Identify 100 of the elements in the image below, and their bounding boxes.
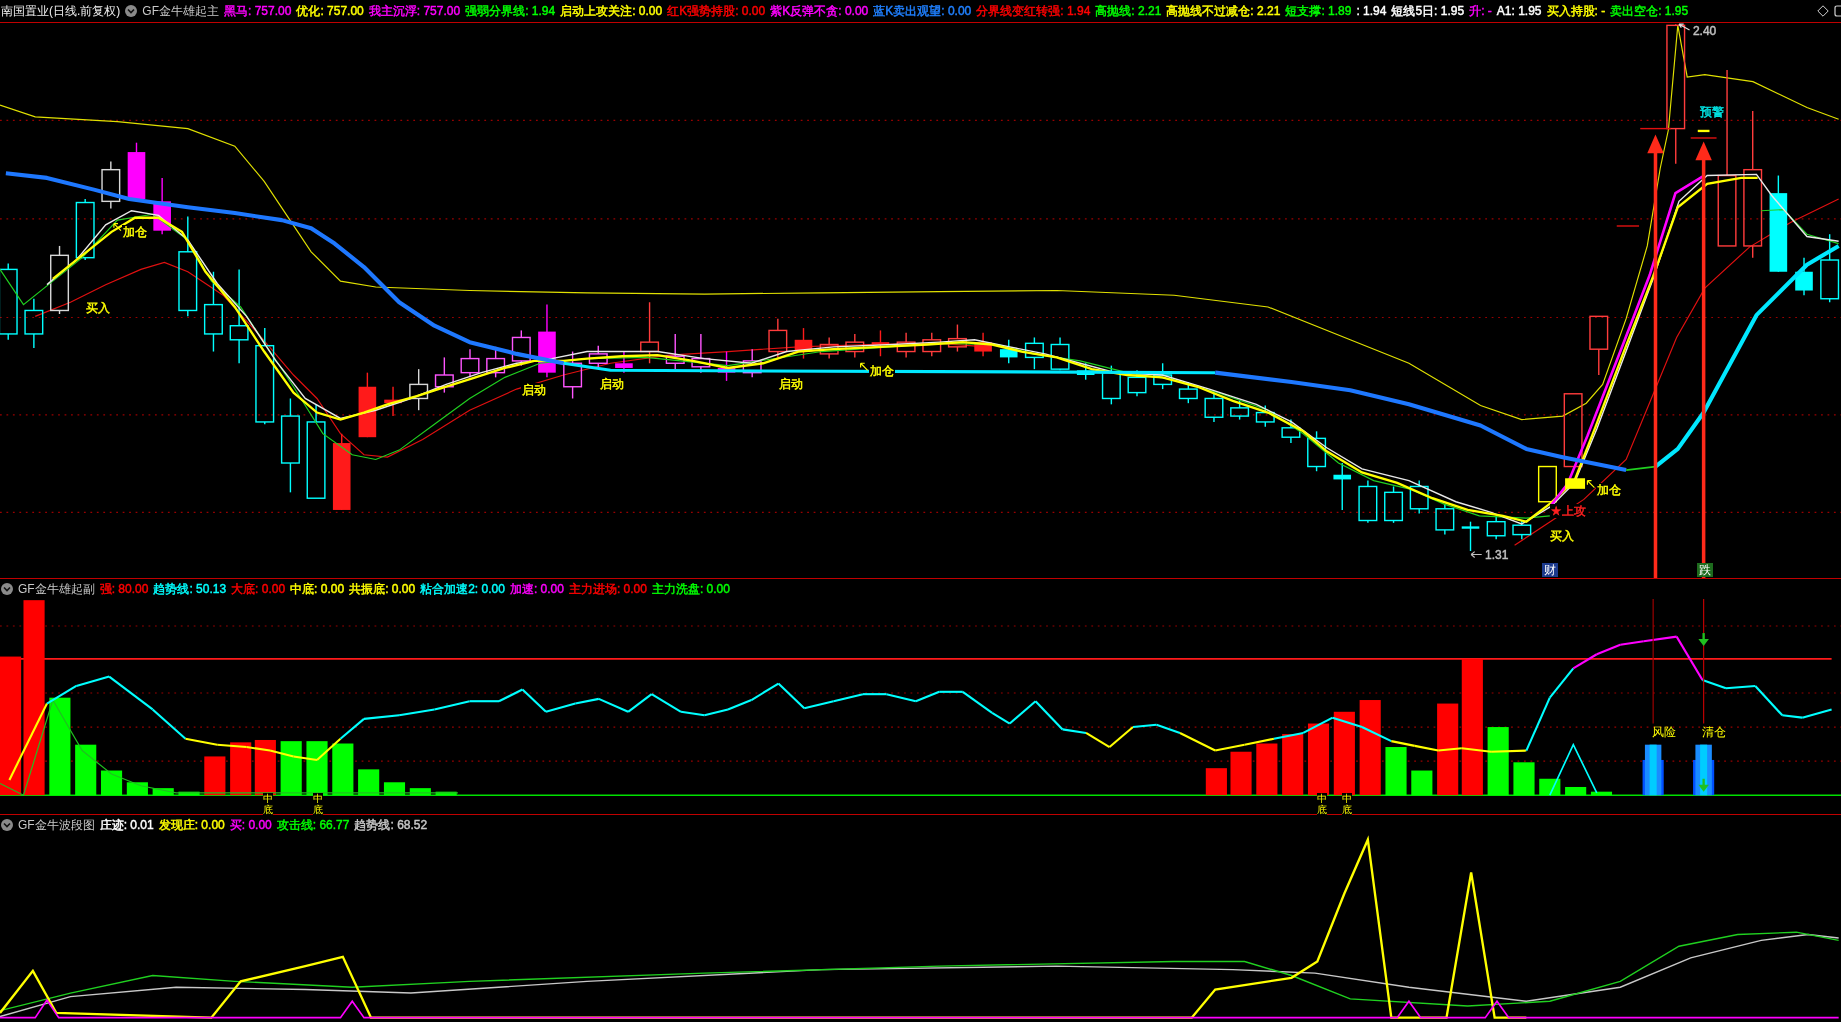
pointer-arrow-icon [1586,480,1596,489]
histogram-bar [280,741,302,796]
candlestick [101,160,121,210]
signal-bar [1693,744,1715,796]
candlestick [127,141,146,200]
signal-label: ★上攻 [1549,504,1587,519]
indicator-name: GF金牛雄起主 [142,2,219,20]
candlestick [1435,503,1455,536]
indicator-readout: 加速: 0.00 [509,580,564,598]
indicator-readout: 紫K反弹不贪: 0.00 [770,2,869,20]
histogram-bar [1230,751,1252,796]
histogram-bar [1513,762,1535,796]
candlestick [75,198,95,261]
event-badge: 财 [1541,562,1558,577]
down-arrow-icon [1698,633,1709,646]
candlestick [460,348,480,379]
candlestick [1820,233,1840,303]
indicator-name: GF金牛雄起副 [18,580,95,598]
histogram-bar [100,770,123,796]
histogram-bar [178,791,200,796]
indicator-readout: 强弱分界线: 1.94 [465,2,556,20]
candlestick [511,329,531,367]
histogram-bar [358,769,380,796]
indicator-readout: 主力洗盘: 0.00 [651,580,730,598]
candlestick [819,336,839,360]
candlestick [1795,256,1813,296]
candlestick [974,332,992,357]
diamond-icon[interactable] [1817,5,1829,17]
candlestick [1127,369,1147,397]
indicator-readout: 短线5日: 1.95 [1391,2,1465,20]
indicator-readout: 红K强势持股: 0.00 [667,2,766,20]
histogram-bar [1205,768,1227,796]
signal-label: 启动 [521,383,548,398]
candlestick [434,356,454,394]
candlestick [1384,485,1404,524]
candlestick [768,318,788,359]
chevron-down-icon[interactable] [1,819,13,831]
histogram-bar [1256,743,1278,796]
histogram-bar [1487,727,1509,796]
histogram-bar [1565,787,1587,796]
signal-label: 中底 [313,792,324,815]
indicator-readout: 启动上攻关注: 0.00 [560,2,663,20]
pointer-arrow-icon [113,223,122,232]
indicator-readout: A1: 1.95 [1496,4,1542,18]
price-tick-icon [1697,129,1710,133]
histogram-bar [1590,791,1613,796]
candlestick [1230,400,1250,421]
indicator-readout: 大底: 0.00 [231,580,286,598]
candlestick [384,386,402,417]
indicator-readout: 趋势线: 68.52 [354,816,428,834]
candlestick [665,333,685,370]
indicator-readout: : 1.94 [1356,4,1387,18]
price-tick-icon [1690,137,1718,139]
indicator-readout: 攻击线: 66.77 [276,816,350,834]
histogram-bar [204,756,226,796]
histogram-bar [332,743,354,796]
candlestick [615,350,633,374]
signal-label: 启动 [598,377,625,392]
histogram-bar [1539,778,1561,796]
indicator-readout: 趋势线: 50.13 [153,580,227,598]
candlestick [640,301,660,364]
indicator-readout: 高抛线不过减仓: 2.21 [1166,2,1281,20]
candlestick [1024,336,1044,370]
indicator-readout: 庄迹: 0.01 [99,816,154,834]
spike-line [1549,742,1598,797]
indicator-readout: 我主沉浮: 757.00 [368,2,461,20]
event-badge: 跌 [1696,562,1713,577]
candlestick [563,350,583,400]
indicator-readout: 升: - [1469,2,1492,20]
candlestick [1409,479,1429,515]
signal-label: 2.40 [1691,24,1718,39]
price-tick-icon [1616,225,1640,227]
histogram-bar [152,788,174,796]
candlestick [845,333,865,359]
signal-label: 中底 [263,792,273,815]
signal-label: 风险 [1651,725,1676,738]
candlestick [1050,336,1070,372]
candlestick [1589,315,1609,376]
indicator-name: GF金牛波段图 [18,816,95,834]
indicator-readout: 买入持股: - [1546,2,1606,20]
indicator-readout: 共振底: 0.00 [349,580,416,598]
chevron-down-icon[interactable] [1,583,13,595]
candlestick [409,368,429,411]
signal-label: 清仓 [1702,725,1727,738]
candlestick [1461,520,1480,552]
indicator-readout: 中底: 0.00 [290,580,345,598]
candlestick [896,332,916,359]
signal-label: 加仓 [122,224,149,239]
signal-bar [1642,744,1664,796]
candlestick [1537,465,1557,503]
histogram-bar [435,791,457,796]
indicator-readout: 黑马: 757.00 [224,2,292,20]
pointer-arrow-icon [860,362,869,371]
candlestick [794,327,813,360]
candlestick [24,298,44,349]
leader-line [1470,551,1483,559]
signal-label: 中底 [1342,792,1352,815]
chevron-down-icon[interactable] [125,5,138,17]
candlestick [1281,418,1301,444]
candlestick [947,323,967,353]
